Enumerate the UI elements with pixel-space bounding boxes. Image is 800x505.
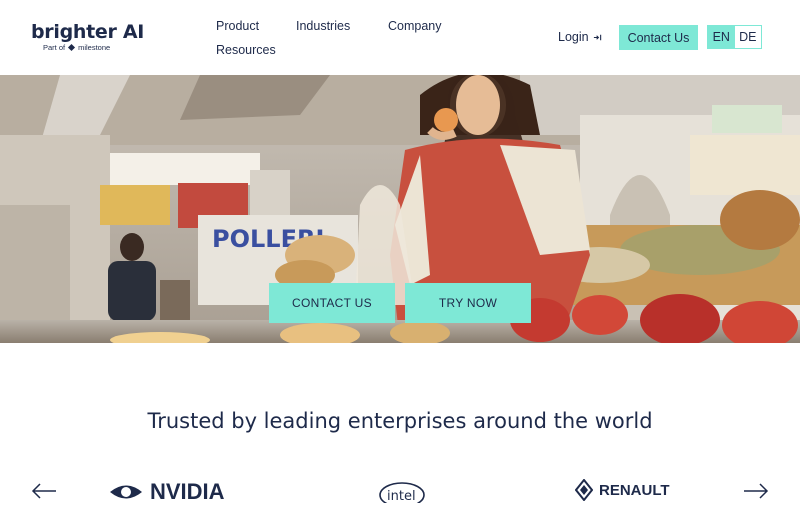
renault-logo: RENAULT [575,479,670,501]
logo-subline: Part of milestone [43,43,144,52]
login-label: Login [558,30,589,44]
brighter-ai-logo[interactable]: brighter AI Part of milestone [31,22,144,52]
nav-industries[interactable]: Industries [296,19,350,33]
hero-section: POLLERI CONTACT US TRY NOW [0,75,800,343]
hero-try-now-button[interactable]: TRY NOW [405,283,531,323]
lang-en-option[interactable]: EN [708,26,735,48]
site-header: brighter AI Part of milestone Product In… [0,0,800,75]
logo-sub-prefix: Part of [43,43,66,52]
renault-wordmark: RENAULT [599,481,670,499]
contact-us-button[interactable]: Contact Us [619,25,698,50]
intel-logo: intel [378,479,426,503]
carousel-next-arrow-icon[interactable] [742,481,770,501]
nvidia-wordmark: NVIDIA [150,479,225,504]
hero-market-image: POLLERI [0,75,800,343]
renault-diamond-icon [575,479,593,501]
nav-company[interactable]: Company [388,19,442,33]
login-link[interactable]: Login [558,30,602,44]
nvidia-logo: NVIDIA [108,479,225,505]
hero-contact-us-button[interactable]: CONTACT US [269,283,395,323]
logo-sub-brand: milestone [78,43,111,52]
lang-de-option[interactable]: DE [735,26,762,48]
intel-swoosh-icon: intel [379,482,425,503]
logo-wordmark: brighter AI [31,21,145,43]
intel-wordmark: intel [387,489,416,503]
nav-resources[interactable]: Resources [216,43,276,57]
login-arrow-icon [593,34,601,40]
milestone-diamond-icon [68,43,76,52]
carousel-prev-arrow-icon[interactable] [30,481,58,501]
nav-product[interactable]: Product [216,19,259,33]
language-switcher: EN DE [707,25,762,49]
trusted-heading: Trusted by leading enterprises around th… [147,409,653,433]
